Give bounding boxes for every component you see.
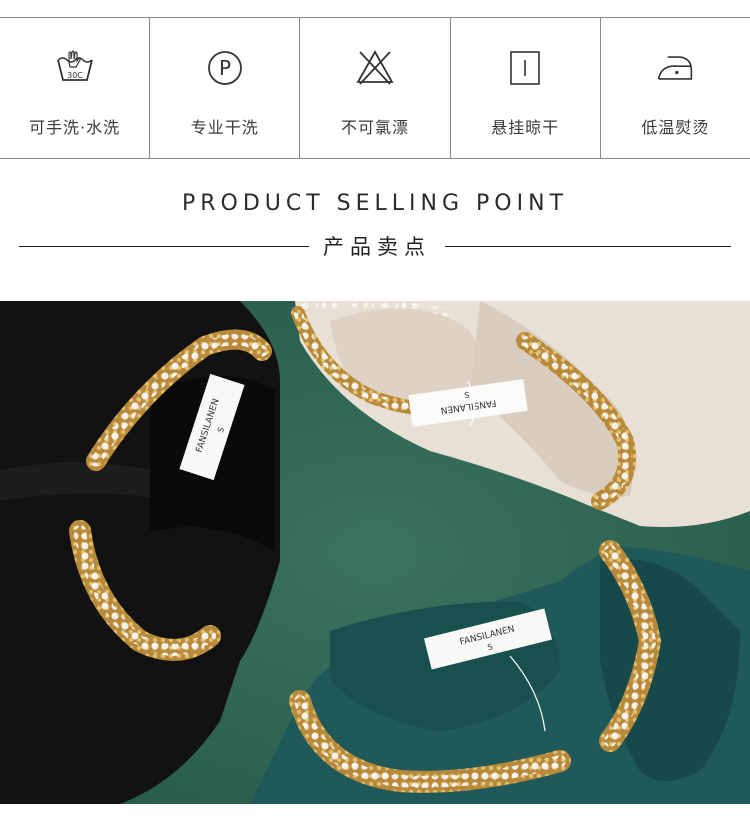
care-item-hang-dry: 悬挂晾干 xyxy=(451,18,601,158)
care-label-no-bleach: 不可氯漂 xyxy=(341,118,410,137)
hang-dry-icon xyxy=(505,48,545,88)
care-instructions-row: 30C 可手洗·水洗 P 专业干洗 不可氯漂 悬挂晾干 低温熨烫 xyxy=(0,17,750,159)
care-label-hang-dry: 悬挂晾干 xyxy=(491,118,560,137)
care-item-hand-wash: 30C 可手洗·水洗 xyxy=(0,18,151,158)
section-title-cn-row: 产品卖点 xyxy=(0,228,750,264)
dry-clean-symbol: P xyxy=(219,56,231,80)
product-photo: FANSILANEN S FANSILANEN S FANSILANEN S xyxy=(0,301,750,804)
care-label-low-iron: 低温熨烫 xyxy=(641,118,710,137)
care-item-dry-clean: P 专业干洗 xyxy=(150,18,301,158)
divider-right xyxy=(445,245,731,247)
divider-left xyxy=(19,245,309,247)
product-photo-illustration: FANSILANEN S FANSILANEN S FANSILANEN S xyxy=(0,301,750,804)
hand-wash-30c-icon: 30C xyxy=(55,48,95,88)
section-title-cn: 产品卖点 xyxy=(323,235,431,259)
low-iron-icon xyxy=(655,48,695,88)
professional-dry-clean-icon: P xyxy=(205,48,245,88)
care-label-dry-clean: 专业干洗 xyxy=(190,118,259,137)
care-item-no-bleach: 不可氯漂 xyxy=(300,18,451,158)
section-title-en: PRODUCT SELLING POINT xyxy=(181,191,569,216)
care-item-low-iron: 低温熨烫 xyxy=(601,18,750,158)
no-bleach-icon xyxy=(355,48,395,88)
wash-temp-text: 30C xyxy=(67,71,83,80)
care-label-hand-wash: 可手洗·水洗 xyxy=(29,118,121,137)
